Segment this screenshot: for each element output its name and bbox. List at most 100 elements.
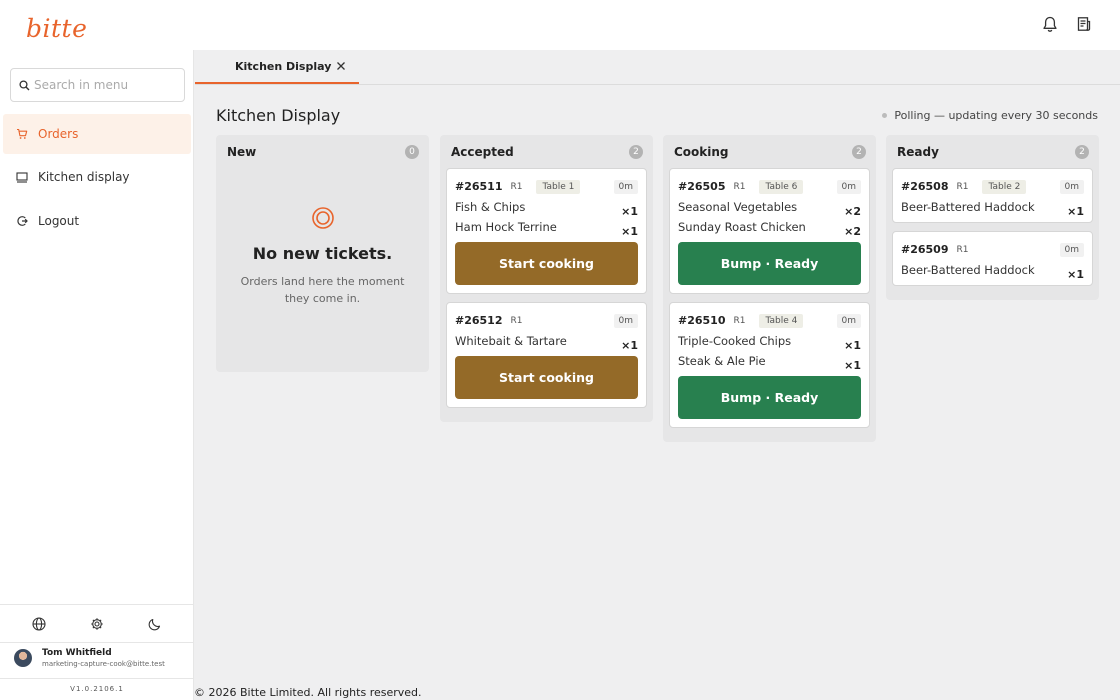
order-number: #26511 (455, 180, 503, 193)
order-number: #26505 (678, 180, 726, 193)
monitor-icon (15, 170, 29, 184)
item-qty: ×1 (1067, 268, 1084, 281)
top-bar: bitte (0, 0, 1120, 50)
bump-ready-button[interactable]: Bump · Ready (678, 242, 861, 285)
sidebar-item-logout[interactable]: Logout (3, 201, 191, 241)
list-item: Ham Hock Terrine ×1 (455, 214, 638, 238)
item-name: Seasonal Vegetables (678, 200, 798, 214)
user-name: Tom Whitfield (42, 648, 112, 658)
sidebar-item-orders[interactable]: Orders (3, 114, 191, 154)
list-item: Beer-Battered Haddock ×1 (901, 194, 1084, 218)
ticket-card: #26511 R1 Table 1 0m Fish & Chips ×1 Ham … (446, 168, 647, 294)
sidebar: Orders Kitchen display Logout Tom Whitfi… (0, 50, 194, 700)
sidebar-item-label: Logout (38, 214, 80, 228)
list-item: Fish & Chips ×1 (455, 194, 638, 218)
column-title: Ready (897, 144, 939, 159)
item-name: Steak & Ale Pie (678, 354, 766, 368)
ticket-card: #26510 R1 Table 4 0m Triple-Cooked Chips… (669, 302, 870, 428)
list-item: Seasonal Vegetables ×2 (678, 194, 861, 218)
sidebar-item-kitchen-display[interactable]: Kitchen display (3, 157, 191, 197)
ticket-card: #26512 R1 0m Whitebait & Tartare ×1 Start… (446, 302, 647, 408)
search-icon (19, 79, 30, 90)
item-qty: ×1 (1067, 205, 1084, 218)
item-qty: ×2 (844, 205, 861, 218)
sidebar-item-label: Orders (38, 127, 79, 141)
item-name: Sunday Roast Chicken (678, 220, 806, 234)
polling-status: Polling — updating every 30 seconds (882, 109, 1098, 122)
ticket-card: #26505 R1 Table 6 0m Seasonal Vegetables… (669, 168, 870, 294)
avatar (14, 649, 32, 667)
column-title: Cooking (674, 144, 729, 159)
column-count-badge: 2 (852, 144, 866, 159)
close-icon[interactable] (335, 60, 347, 72)
empty-state: No new tickets. Orders land here the mom… (216, 168, 429, 372)
item-qty: ×1 (844, 339, 861, 352)
item-qty: ×1 (844, 359, 861, 372)
room-tag: R1 (956, 244, 969, 255)
room-tag: R1 (733, 181, 746, 192)
gear-icon[interactable] (88, 615, 106, 633)
divider (0, 678, 194, 679)
search-box[interactable] (10, 68, 185, 102)
ticket-age: 0m (1059, 242, 1084, 257)
table-tag: Table 2 (982, 179, 1027, 194)
column-accepted: Accepted 2 #26511 R1 Table 1 0m Fish & C… (440, 135, 653, 422)
table-tag: Table 6 (759, 179, 804, 194)
status-dot (882, 113, 888, 118)
column-count-badge: 2 (629, 144, 643, 159)
ticket-age: 0m (836, 313, 861, 328)
room-tag: R1 (510, 181, 523, 192)
item-qty: ×1 (621, 205, 638, 218)
item-name: Beer-Battered Haddock (901, 200, 1035, 214)
start-cooking-button[interactable]: Start cooking (455, 356, 638, 399)
receipt-icon[interactable] (1074, 14, 1094, 34)
item-name: Ham Hock Terrine (455, 220, 557, 234)
ticket-age: 0m (1059, 179, 1084, 194)
divider (0, 642, 194, 643)
app-version: V1.0.2106.1 (70, 685, 124, 693)
moon-icon[interactable] (146, 615, 164, 633)
item-name: Fish & Chips (455, 200, 526, 214)
order-number: #26510 (678, 314, 726, 327)
list-item: Whitebait & Tartare ×1 (455, 328, 638, 352)
item-name: Triple-Cooked Chips (678, 334, 792, 348)
order-number: #26508 (901, 180, 949, 193)
tab-label: Kitchen Display (235, 59, 332, 73)
search-input[interactable] (34, 78, 174, 92)
order-number: #26512 (455, 314, 503, 327)
ticket-card[interactable]: #26508 R1 Table 2 0m Beer-Battered Haddo… (892, 168, 1093, 223)
column-cooking: Cooking 2 #26505 R1 Table 6 0m Seasonal … (663, 135, 876, 442)
room-tag: R1 (510, 315, 523, 326)
start-cooking-button[interactable]: Start cooking (455, 242, 638, 285)
bump-ready-button[interactable]: Bump · Ready (678, 376, 861, 419)
item-qty: ×2 (844, 225, 861, 238)
list-item: Beer-Battered Haddock ×1 (901, 257, 1084, 281)
column-ready: Ready 2 #26508 R1 Table 2 0m Beer-Batter… (886, 135, 1099, 300)
target-icon (311, 207, 334, 229)
ticket-card[interactable]: #26509 R1 0m Beer-Battered Haddock ×1 (892, 231, 1093, 286)
page-title: Kitchen Display (216, 106, 341, 125)
order-number: #26509 (901, 243, 949, 256)
globe-icon[interactable] (30, 615, 48, 633)
table-tag: Table 1 (536, 179, 581, 194)
divider (0, 604, 194, 605)
column-count-badge: 0 (405, 144, 419, 159)
table-tag: Table 4 (759, 313, 804, 328)
item-name: Whitebait & Tartare (455, 334, 567, 348)
room-tag: R1 (956, 181, 969, 192)
item-qty: ×1 (621, 339, 638, 352)
column-title: New (227, 144, 257, 159)
column-title: Accepted (451, 144, 514, 159)
user-profile[interactable]: Tom Whitfield marketing-capture-cook@bit… (14, 648, 165, 668)
list-item: Steak & Ale Pie ×1 (678, 348, 861, 372)
empty-subtitle: Orders land here the moment they come in… (240, 275, 405, 305)
ticket-age: 0m (613, 179, 638, 194)
column-count-badge: 2 (1075, 144, 1089, 159)
sidebar-item-label: Kitchen display (38, 170, 130, 184)
bitte-logo[interactable]: bitte (26, 14, 87, 43)
list-item: Sunday Roast Chicken ×2 (678, 214, 861, 238)
logout-icon (15, 214, 29, 228)
tab-bar: Kitchen Display (195, 50, 1120, 85)
room-tag: R1 (733, 315, 746, 326)
bell-icon[interactable] (1040, 14, 1060, 34)
